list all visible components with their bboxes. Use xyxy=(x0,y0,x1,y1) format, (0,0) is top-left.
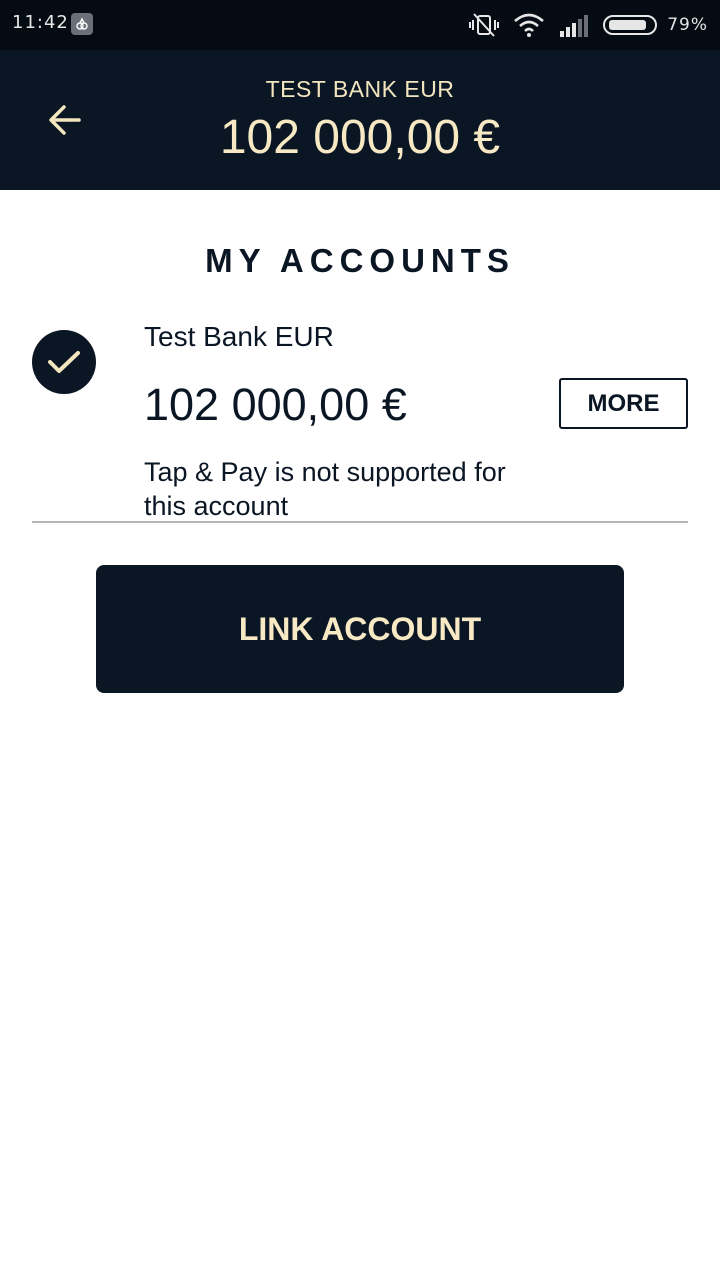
signal-icon xyxy=(559,13,589,37)
wifi-icon xyxy=(513,13,545,37)
header-title: TEST BANK EUR xyxy=(265,76,455,102)
selected-check-icon xyxy=(32,330,96,394)
link-account-button[interactable]: LINK ACCOUNT xyxy=(96,565,624,693)
status-time: 11:42 xyxy=(12,12,69,33)
account-name: Test Bank EUR xyxy=(144,321,334,352)
status-bar: 11:42 79% xyxy=(0,0,720,50)
section-title: MY ACCOUNTS xyxy=(205,242,515,279)
header-balance: 102 000,00 € xyxy=(219,111,501,164)
more-button[interactable]: MORE xyxy=(559,378,688,429)
account-note: Tap & Pay is not supported for this acco… xyxy=(144,457,506,521)
battery-icon xyxy=(603,13,659,37)
app-header: TEST BANK EUR 102 000,00 € xyxy=(0,50,720,190)
status-icons: 79% xyxy=(455,0,708,50)
account-item[interactable]: Test Bank EUR 102 000,00 € Tap & Pay is … xyxy=(32,315,688,523)
app-notification-icon xyxy=(71,13,93,35)
account-balance: 102 000,00 € xyxy=(144,379,407,430)
battery-percent: 79% xyxy=(667,15,708,35)
vibrate-off-icon xyxy=(469,12,500,38)
